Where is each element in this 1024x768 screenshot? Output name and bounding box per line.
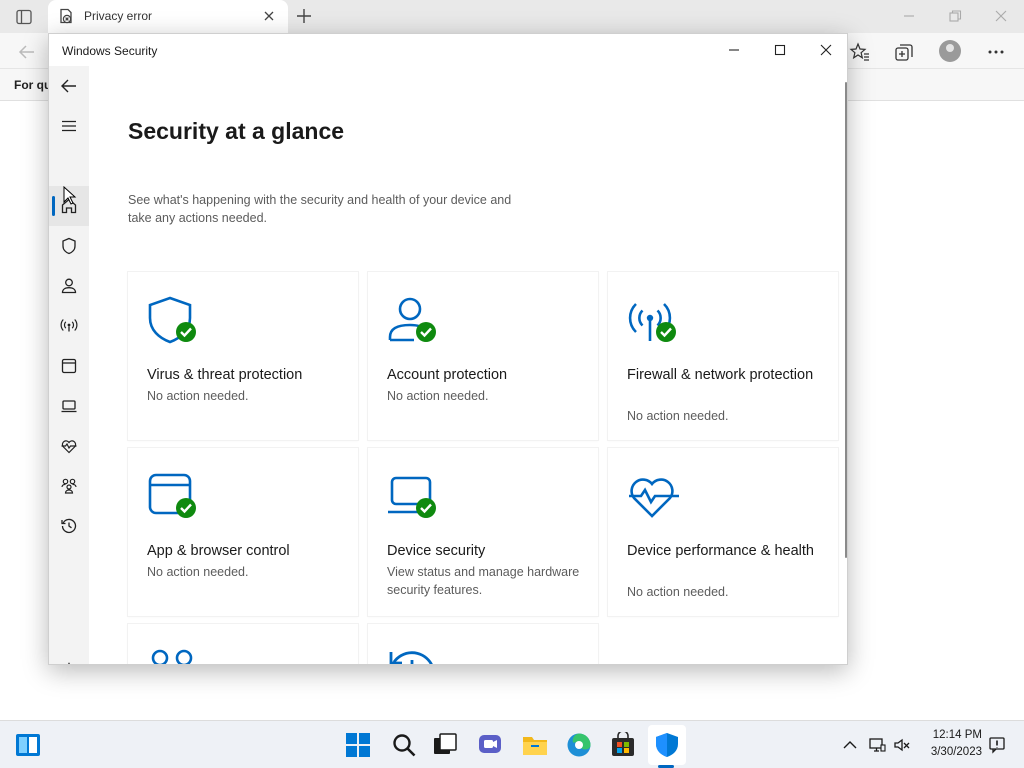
favorites-bar-text[interactable]: For qu [14, 78, 51, 92]
profile-avatar[interactable] [939, 40, 961, 62]
nav-item-app-browser[interactable] [49, 346, 89, 386]
close-tab-icon[interactable] [260, 7, 278, 25]
tile-protection-history[interactable] [368, 624, 598, 664]
tile-title: Device security [387, 543, 486, 559]
tile-title: Account protection [387, 367, 508, 383]
app-browser-check-icon [146, 470, 202, 526]
volume-muted-icon[interactable] [893, 736, 911, 754]
minimize-icon[interactable] [899, 6, 919, 26]
nav-item-account-protection[interactable] [49, 266, 89, 306]
store-icon[interactable] [610, 730, 636, 758]
task-view-icon[interactable] [432, 732, 458, 758]
heart-icon [626, 470, 682, 526]
settings-icon [68, 662, 70, 664]
protection-history-icon [386, 646, 442, 664]
tile-title: Firewall & network protection [627, 367, 814, 383]
scrollbar[interactable] [845, 82, 847, 558]
maximize-icon[interactable] [770, 40, 790, 60]
wireless-icon [60, 319, 78, 332]
close-icon[interactable] [816, 40, 836, 60]
edge-icon[interactable] [566, 732, 592, 758]
page-title: Security at a glance [128, 118, 345, 144]
collections-icon[interactable] [893, 41, 915, 63]
clock-date[interactable]: 3/30/2023 [916, 746, 982, 758]
shield-icon [62, 237, 76, 255]
windows-security-shield-icon[interactable] [654, 732, 680, 758]
back-icon [61, 79, 76, 93]
nav-back-button[interactable] [49, 66, 89, 106]
nav-item-settings[interactable] [49, 650, 89, 664]
nav-item-virus-protection[interactable] [49, 226, 89, 266]
tile-app-browser-control[interactable]: App & browser control No action needed. [128, 448, 358, 616]
windows-security-window: Windows Security Security at a glance Se… [48, 33, 848, 665]
favorites-icon[interactable] [849, 41, 871, 63]
nav-item-device-security[interactable] [49, 386, 89, 426]
menu-icon [62, 120, 76, 132]
family-icon [61, 478, 77, 494]
widgets-icon[interactable] [15, 732, 41, 758]
new-tab-icon[interactable] [294, 6, 314, 26]
tile-title: Virus & threat protection [147, 367, 303, 383]
nav-item-family-options[interactable] [49, 466, 89, 506]
tile-status: No action needed. [627, 409, 729, 423]
notifications-icon[interactable] [988, 736, 1006, 754]
nav-item-device-health[interactable] [49, 426, 89, 466]
person-icon [61, 278, 77, 294]
tile-title: Device performance & health [627, 543, 814, 559]
back-arrow-icon[interactable] [16, 41, 38, 63]
tile-firewall-network-protection[interactable]: Firewall & network protection No action … [608, 272, 838, 440]
family-options-icon [146, 646, 202, 664]
firewall-check-icon [626, 294, 682, 350]
tile-account-protection[interactable]: Account protection No action needed. [368, 272, 598, 440]
account-check-icon [386, 294, 442, 350]
tab-strip: Privacy error [0, 0, 1024, 33]
navigation-pane [49, 66, 89, 664]
tile-virus-threat-protection[interactable]: Virus & threat protection No action need… [128, 272, 358, 440]
warning-page-icon [58, 8, 74, 24]
tab-privacy-error[interactable]: Privacy error [48, 0, 288, 33]
tile-status: No action needed. [147, 389, 249, 403]
mouse-cursor-icon [63, 185, 77, 206]
taskbar: 12:14 PM 3/30/2023 [0, 720, 1024, 768]
tab-actions-icon[interactable] [14, 7, 34, 27]
window-title: Windows Security [62, 44, 158, 58]
device-check-icon [386, 470, 442, 526]
close-icon[interactable] [991, 6, 1011, 26]
chat-icon[interactable] [477, 732, 503, 758]
main-content: Security at a glance See what's happenin… [89, 66, 841, 664]
tile-device-performance-health[interactable]: Device performance & health No action ne… [608, 448, 838, 616]
tile-family-options[interactable] [128, 624, 358, 664]
chevron-up-icon[interactable] [841, 736, 859, 754]
tile-status: No action needed. [147, 565, 249, 579]
search-icon[interactable] [391, 732, 417, 758]
minimize-icon[interactable] [724, 40, 744, 60]
title-bar: Windows Security [49, 34, 847, 66]
tile-status: No action needed. [387, 389, 489, 403]
tab-title: Privacy error [84, 9, 153, 23]
shield-check-icon [146, 294, 202, 350]
file-explorer-icon[interactable] [522, 732, 548, 758]
restore-icon[interactable] [945, 6, 965, 26]
app-browser-icon [61, 358, 77, 374]
clock-time[interactable]: 12:14 PM [926, 729, 982, 741]
start-icon[interactable] [345, 732, 371, 758]
tile-title: App & browser control [147, 543, 290, 559]
nav-item-protection-history[interactable] [49, 506, 89, 546]
tile-device-security[interactable]: Device security View status and manage h… [368, 448, 598, 616]
more-options-icon[interactable] [985, 41, 1007, 63]
nav-menu-button[interactable] [49, 106, 89, 146]
nav-item-firewall[interactable] [49, 306, 89, 346]
heartbeat-icon [61, 440, 77, 454]
tile-status: No action needed. [627, 585, 729, 599]
history-icon [61, 518, 77, 534]
laptop-icon [61, 400, 77, 413]
tile-status: View status and manage hardware security… [387, 565, 580, 597]
network-icon[interactable] [868, 736, 886, 754]
page-description: See what's happening with the security a… [128, 193, 512, 225]
